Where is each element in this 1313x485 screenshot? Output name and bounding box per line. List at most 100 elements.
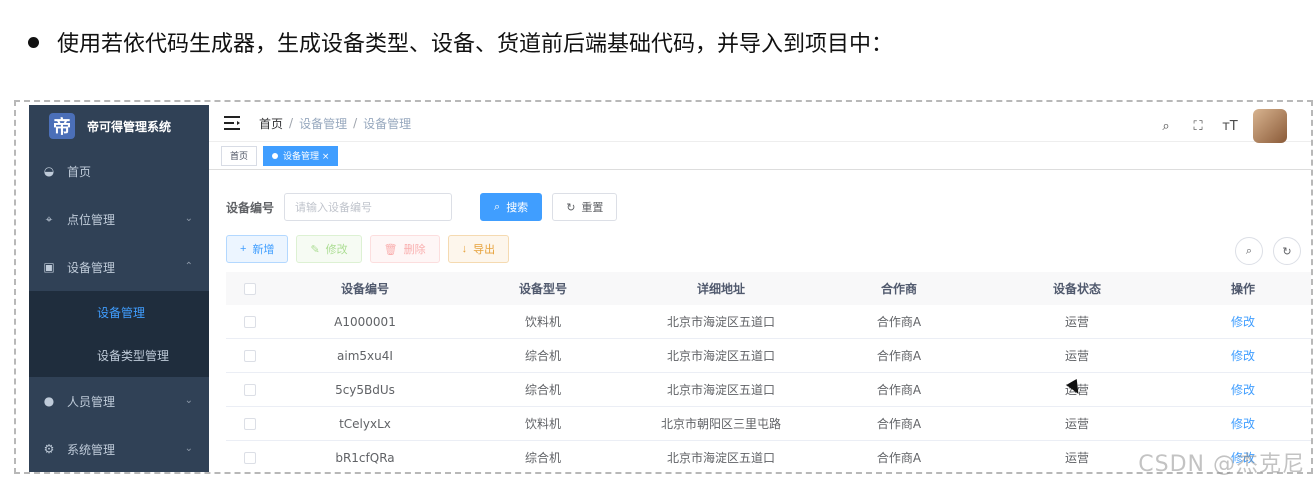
sidebar-item-home[interactable]: ◒ 首页 xyxy=(29,147,209,195)
select-all-checkbox[interactable] xyxy=(226,282,276,295)
instruction-text: 使用若依代码生成器，生成设备类型、设备、货道前后端基础代码，并导入到项目中： xyxy=(57,32,894,57)
fullscreen-icon[interactable]: ⛶ xyxy=(1189,117,1207,135)
refresh-table-icon[interactable]: ↻ xyxy=(1273,237,1301,265)
device-number-input[interactable]: 请输入设备编号 xyxy=(284,193,453,221)
tab-device-management[interactable]: 设备管理 × xyxy=(263,145,339,166)
plus-icon: + xyxy=(240,243,247,255)
download-icon: ↓ xyxy=(461,243,468,255)
partner-cell: 合作商A xyxy=(876,451,922,465)
device-number-cell: A1000001 xyxy=(334,314,396,329)
sidebar: 帝 帝可得管理系统 ◒ 首页 ⌖ 点位管理 ⌄ ▣ 设备管理 ⌃ 设备管理 设备类型管理 … xyxy=(29,105,209,472)
device-number-cell: 5cy5BdUs xyxy=(335,382,395,397)
chevron-down-icon: ⌄ xyxy=(184,213,193,224)
row-checkbox[interactable] xyxy=(226,349,276,362)
column-partner: 合作商 xyxy=(880,282,917,296)
sidebar-item-system[interactable]: ⚙ 系统管理 ⌄ xyxy=(29,425,209,472)
bullet-icon xyxy=(28,36,39,48)
chevron-down-icon: ⌄ xyxy=(184,443,193,454)
sidebar-item-label: 首页 xyxy=(67,164,92,179)
breadcrumb-separator: / xyxy=(353,116,358,130)
row-checkbox[interactable] xyxy=(226,383,276,396)
device-model-cell: 综合机 xyxy=(524,451,561,465)
column-address: 详细地址 xyxy=(696,282,745,296)
people-icon: ● xyxy=(43,394,55,408)
add-button-label: 新增 xyxy=(252,244,275,256)
device-icon: ▣ xyxy=(43,260,55,274)
row-checkbox[interactable] xyxy=(226,451,276,464)
row-checkbox[interactable] xyxy=(226,315,276,328)
sidebar-item-devices[interactable]: ▣ 设备管理 ⌃ xyxy=(29,243,209,291)
table-tools: ⌕ ↻ xyxy=(1235,237,1301,265)
trash-icon: 🗑 xyxy=(383,243,398,256)
delete-button: 🗑 删除 xyxy=(369,235,440,263)
app-screenshot-frame: 帝 帝可得管理系统 ◒ 首页 ⌖ 点位管理 ⌄ ▣ 设备管理 ⌃ 设备管理 设备类型管理 … xyxy=(14,100,1313,474)
device-table: 设备编号 设备型号 详细地址 合作商 设备状态 操作 A1000001 饮料机 … xyxy=(226,272,1311,472)
reset-button[interactable]: ↻ 重置 xyxy=(552,193,618,221)
sidebar-item-people[interactable]: ● 人员管理 ⌄ xyxy=(29,377,209,425)
watermark: CSDN @杰克尼 xyxy=(1138,452,1305,477)
breadcrumb-home[interactable]: 首页 xyxy=(259,115,283,132)
sidebar-item-label: 点位管理 xyxy=(67,212,116,227)
device-number-cell: bR1cfQRa xyxy=(335,450,395,465)
edit-icon: ✎ xyxy=(310,243,320,256)
page-instruction: 使用若依代码生成器，生成设备类型、设备、货道前后端基础代码，并导入到项目中： xyxy=(28,24,893,60)
device-model-cell: 饮料机 xyxy=(524,315,561,329)
address-cell: 北京市海淀区五道口 xyxy=(666,315,775,329)
add-button[interactable]: + 新增 xyxy=(226,235,289,263)
row-checkbox[interactable] xyxy=(226,417,276,430)
reset-button-label: 重置 xyxy=(581,202,604,214)
breadcrumb-separator: / xyxy=(289,116,294,130)
device-number-label: 设备编号 xyxy=(226,200,275,215)
address-cell: 北京市海淀区五道口 xyxy=(666,349,775,363)
sidebar-item-label: 设备管理 xyxy=(67,260,116,275)
status-cell: 运营 xyxy=(1064,349,1089,363)
toggle-search-icon[interactable]: ⌕ xyxy=(1235,237,1263,265)
partner-cell: 合作商A xyxy=(876,349,922,363)
edit-link[interactable]: 修改 xyxy=(1166,347,1311,364)
device-model-cell: 饮料机 xyxy=(524,417,561,431)
avatar[interactable] xyxy=(1253,109,1287,143)
table-row: A1000001 饮料机 北京市海淀区五道口 合作商A 运营 修改 xyxy=(226,305,1311,339)
export-button[interactable]: ↓ 导出 xyxy=(447,235,510,263)
dashboard-icon: ◒ xyxy=(43,164,55,178)
edit-button: ✎ 修改 xyxy=(296,235,362,263)
export-button-label: 导出 xyxy=(473,244,496,256)
sidebar-item-label: 人员管理 xyxy=(67,394,116,409)
sidebar-item-label: 系统管理 xyxy=(67,442,116,457)
chevron-up-icon: ⌃ xyxy=(184,261,193,272)
search-icon[interactable]: ⌕ xyxy=(1157,117,1175,135)
table-row: 5cy5BdUs 综合机 北京市海淀区五道口 合作商A 运营 修改 xyxy=(226,373,1311,407)
refresh-icon: ↻ xyxy=(566,201,576,214)
hamburger-icon[interactable] xyxy=(223,116,241,130)
column-operation: 操作 xyxy=(1230,282,1255,296)
sidebar-item-locations[interactable]: ⌖ 点位管理 ⌄ xyxy=(29,195,209,243)
table-header: 设备编号 设备型号 详细地址 合作商 设备状态 操作 xyxy=(226,272,1311,305)
tab-home[interactable]: 首页 xyxy=(221,145,258,166)
device-model-cell: 综合机 xyxy=(524,383,561,397)
status-cell: 运营 xyxy=(1064,417,1089,431)
search-button[interactable]: ⌕ 搜索 xyxy=(480,193,543,221)
top-navbar: 首页 / 设备管理 / 设备管理 ⌕ ⛶ тT xyxy=(209,105,1311,143)
edit-link[interactable]: 修改 xyxy=(1166,313,1311,330)
edit-button-label: 修改 xyxy=(325,244,348,256)
breadcrumb-current: 设备管理 xyxy=(363,116,412,131)
main-content: 首页 / 设备管理 / 设备管理 ⌕ ⛶ тT 首页 设备管理 × 设备编号 请… xyxy=(209,105,1311,472)
sidebar-subitem-device-management[interactable]: 设备管理 xyxy=(29,291,209,334)
column-device-number: 设备编号 xyxy=(340,282,389,296)
delete-button-label: 删除 xyxy=(403,244,426,256)
device-number-cell: tCelyxLx xyxy=(339,416,391,431)
status-cell: 运营 xyxy=(1064,315,1089,329)
device-submenu: 设备管理 设备类型管理 xyxy=(29,291,209,377)
tags-view: 首页 设备管理 × xyxy=(209,141,1311,170)
font-size-icon[interactable]: тT xyxy=(1221,117,1239,135)
address-cell: 北京市海淀区五道口 xyxy=(666,451,775,465)
edit-link[interactable]: 修改 xyxy=(1166,415,1311,432)
table-actions: + 新增 ✎ 修改 🗑 删除 ↓ 导出 xyxy=(226,235,510,263)
logo-icon: 帝 xyxy=(49,113,75,139)
sidebar-subitem-device-types[interactable]: 设备类型管理 xyxy=(29,334,209,377)
gear-icon: ⚙ xyxy=(43,442,55,456)
edit-link[interactable]: 修改 xyxy=(1166,381,1311,398)
top-tools: ⌕ ⛶ тT xyxy=(1157,109,1287,143)
partner-cell: 合作商A xyxy=(876,383,922,397)
column-status: 设备状态 xyxy=(1052,282,1101,296)
